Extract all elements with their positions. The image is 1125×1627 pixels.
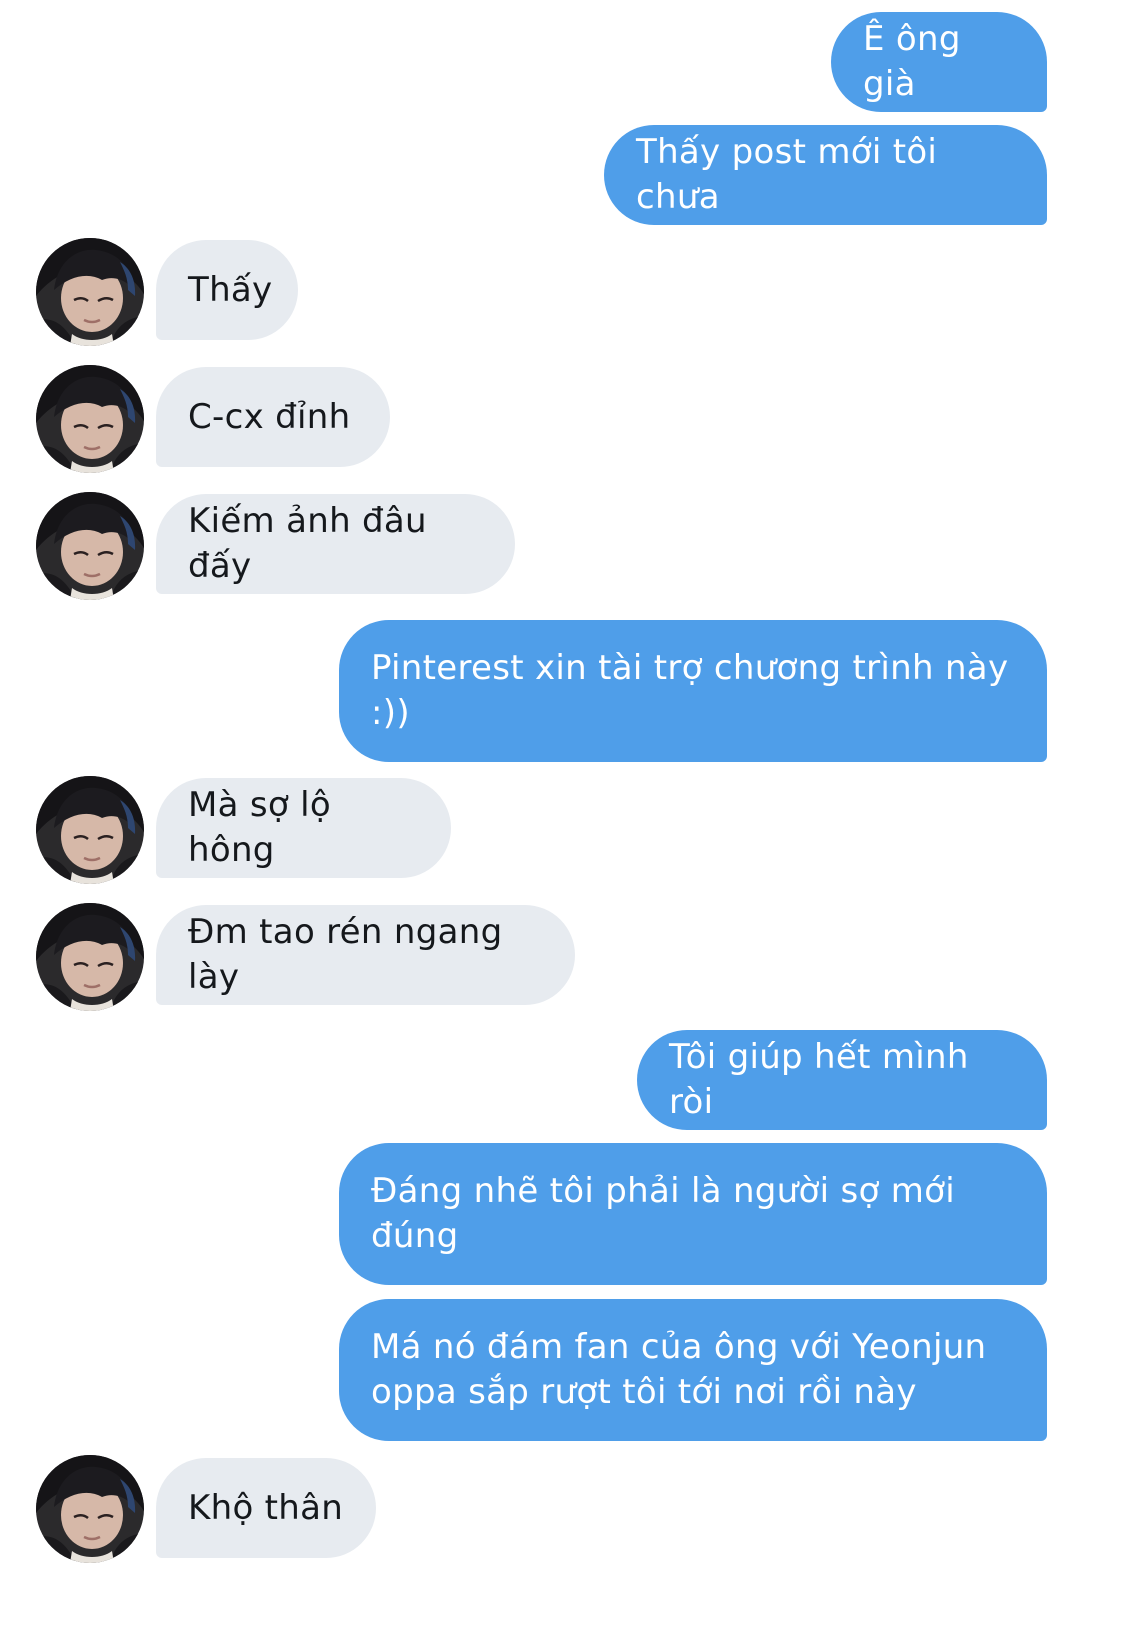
message-bubble-sent[interactable]: Ê ông già xyxy=(831,12,1047,112)
contact-avatar[interactable] xyxy=(36,238,144,346)
message-bubble-sent[interactable]: Má nó đám fan của ông với Yeonjun oppa s… xyxy=(339,1299,1047,1441)
contact-avatar[interactable] xyxy=(36,365,144,473)
contact-avatar[interactable] xyxy=(36,903,144,1011)
message-thread: Ê ông già Thấy post mới tôi chưa Thấy C-… xyxy=(0,0,1125,1627)
message-text: Pinterest xin tài trợ chương trình này :… xyxy=(371,648,1009,733)
message-text: Thấy post mới tôi chưa xyxy=(636,132,938,217)
message-bubble-sent[interactable]: Thấy post mới tôi chưa xyxy=(604,125,1047,225)
message-bubble-received[interactable]: C-cx đỉnh xyxy=(156,367,390,467)
contact-avatar[interactable] xyxy=(36,776,144,884)
message-text: C-cx đỉnh xyxy=(188,396,351,437)
message-text: Kiếm ảnh đâu đấy xyxy=(188,501,427,586)
message-text: Ê ông già xyxy=(863,19,961,104)
message-bubble-received[interactable]: Kiếm ảnh đâu đấy xyxy=(156,494,515,594)
message-bubble-received[interactable]: Khộ thân xyxy=(156,1458,376,1558)
contact-avatar[interactable] xyxy=(36,492,144,600)
message-text: Má nó đám fan của ông với Yeonjun oppa s… xyxy=(371,1327,987,1412)
message-bubble-sent[interactable]: Pinterest xin tài trợ chương trình này :… xyxy=(339,620,1047,762)
message-text: Tôi giúp hết mình ròi xyxy=(669,1037,969,1122)
message-bubble-received[interactable]: Đm tao rén ngang lày xyxy=(156,905,575,1005)
contact-avatar[interactable] xyxy=(36,1455,144,1563)
message-text: Mà sợ lộ hông xyxy=(188,785,331,870)
message-text: Khộ thân xyxy=(188,1487,344,1528)
message-bubble-received[interactable]: Mà sợ lộ hông xyxy=(156,778,451,878)
message-bubble-received[interactable]: Thấy xyxy=(156,240,298,340)
message-bubble-sent[interactable]: Đáng nhẽ tôi phải là người sợ mới đúng xyxy=(339,1143,1047,1285)
message-text: Đáng nhẽ tôi phải là người sợ mới đúng xyxy=(371,1171,955,1256)
message-bubble-sent[interactable]: Tôi giúp hết mình ròi xyxy=(637,1030,1047,1130)
message-text: Thấy xyxy=(188,269,273,310)
message-text: Đm tao rén ngang lày xyxy=(188,912,503,997)
